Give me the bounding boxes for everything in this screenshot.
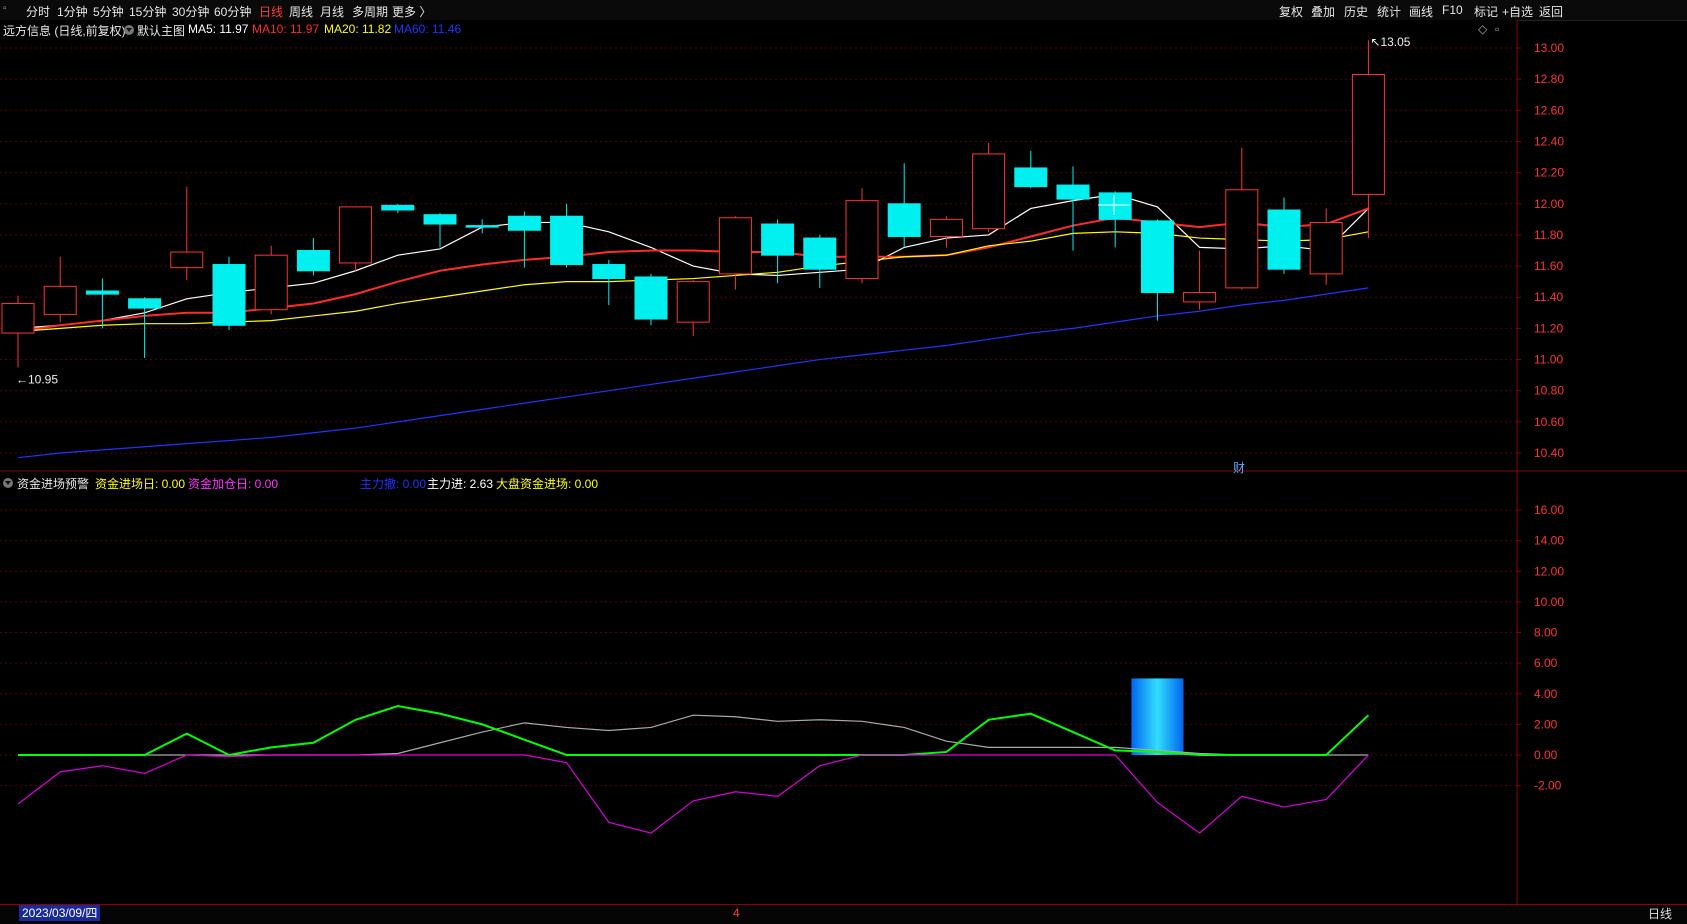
- candle-body: [634, 276, 668, 320]
- candle-body: [170, 251, 204, 269]
- main-tick-label: 13.00: [1534, 41, 1564, 55]
- finance-marker: 财: [1233, 461, 1245, 475]
- sub-label-1: 资金加仓日: 0.00: [188, 477, 279, 491]
- template-dropdown-icon[interactable]: [124, 25, 134, 35]
- sub-tick-label: -2.00: [1534, 779, 1562, 793]
- ma20-label: MA20: 11.82: [324, 22, 392, 36]
- sub-tick-label: 0.00: [1534, 748, 1558, 762]
- candle-body: [128, 298, 162, 309]
- main-tick-label: 11.00: [1534, 353, 1563, 367]
- sub-tick-label: 2.00: [1534, 717, 1558, 731]
- candle-body: [1014, 167, 1048, 188]
- sub-tick-label: 14.00: [1534, 534, 1564, 548]
- candle-body: [845, 200, 879, 280]
- main-tick-label: 11.40: [1534, 290, 1563, 304]
- sub-tick-label: 4.00: [1534, 687, 1558, 701]
- sub-line-资金加仓日: [17, 754, 1369, 834]
- candle-body: [1, 302, 35, 334]
- sub-label-3: 主力进: 2.63: [427, 477, 494, 491]
- sub-tick-label: 12.00: [1534, 564, 1564, 578]
- month-tick: 4: [733, 906, 740, 920]
- main-tick-label: 12.40: [1534, 134, 1564, 148]
- fund-bar: [1131, 678, 1184, 755]
- candle-body: [507, 215, 541, 231]
- candle-body: [592, 264, 626, 280]
- main-tick-label: 11.80: [1534, 228, 1563, 242]
- candle-body: [676, 281, 710, 323]
- main-tick-label: 12.20: [1534, 166, 1564, 180]
- candle-body: [381, 204, 415, 211]
- time-axis-bar: [0, 904, 1687, 924]
- main-tick-label: 11.20: [1534, 321, 1563, 335]
- cursor-date: 2023/03/09/四: [19, 905, 101, 921]
- candle-body: [718, 217, 752, 275]
- candle-body: [339, 206, 373, 264]
- candle-body: [929, 218, 963, 237]
- candle-body: [296, 250, 330, 272]
- template-label[interactable]: 默认主图: [137, 22, 185, 39]
- sub-label-2: 主力撤: 0.00: [360, 477, 427, 491]
- candle-body: [1098, 192, 1132, 220]
- main-tick-label: 12.00: [1534, 197, 1564, 211]
- main-tick-label: 10.80: [1534, 384, 1564, 398]
- stock-title: 远方信息 (日线,前复权): [3, 24, 126, 38]
- candle-body: [972, 153, 1006, 230]
- candle-body: [550, 215, 584, 266]
- sub-tick-label: 16.00: [1534, 503, 1564, 517]
- panel-toggle-icon[interactable]: ▫: [1495, 22, 1499, 36]
- candle-body: [212, 264, 246, 326]
- main-tick-label: 12.60: [1534, 103, 1564, 117]
- stock-chart: 13.00 12.80 12.60 12.40 12.20 12.00 11.80 11.60…: [0, 20, 1687, 904]
- ma60-label: MA60: 11.46: [394, 22, 462, 36]
- main-tick-label: 11.60: [1534, 259, 1563, 273]
- indicator-dropdown-icon[interactable]: [3, 478, 13, 488]
- candle-body: [43, 285, 77, 315]
- candle-body: [1140, 220, 1174, 294]
- ma5-label: MA5: 11.97: [188, 22, 249, 36]
- candle-body: [1183, 292, 1217, 303]
- candle-body: [1309, 221, 1343, 275]
- candle-body: [85, 290, 119, 295]
- period-button[interactable]: 日线: [1648, 905, 1672, 922]
- candle-body: [887, 203, 921, 237]
- sub-tick-label: 8.00: [1534, 626, 1558, 640]
- candle-body: [465, 225, 499, 228]
- high-marker: ↖13.05: [1370, 35, 1410, 49]
- diamond-icon[interactable]: ◇: [1478, 22, 1487, 36]
- candle-body: [761, 223, 795, 256]
- low-marker: ←10.95: [16, 372, 58, 386]
- candle-body: [254, 254, 288, 311]
- candle-body: [1267, 209, 1301, 270]
- candle-body: [1225, 189, 1259, 289]
- candle-body: [803, 237, 837, 270]
- sub-label-4: 大盘资金进场: 0.00: [496, 477, 599, 491]
- candle-body: [1056, 184, 1090, 200]
- main-tick-label: 10.40: [1534, 446, 1564, 460]
- main-tick-label: 12.80: [1534, 72, 1564, 86]
- sub-tick-label: 10.00: [1534, 595, 1564, 609]
- main-tick-label: 10.60: [1534, 415, 1564, 429]
- candle-body: [423, 214, 457, 225]
- candle-body: [1351, 73, 1385, 195]
- indicator-name[interactable]: 资金进场预警: [17, 475, 89, 492]
- sub-tick-label: 6.00: [1534, 656, 1558, 670]
- sub-label-0: 资金进场日: 0.00: [95, 477, 186, 491]
- ma10-label: MA10: 11.97: [252, 22, 320, 36]
